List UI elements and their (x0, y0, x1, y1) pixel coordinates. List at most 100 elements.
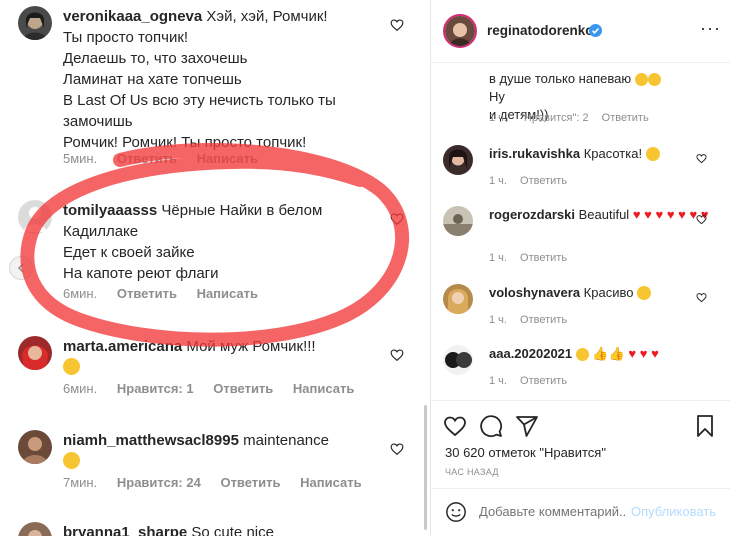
comment-time[interactable]: 1 ч. (489, 375, 507, 387)
comment-line: Ламинат на хате топчешь (63, 71, 242, 88)
comment-time[interactable]: 7мин. (63, 475, 97, 490)
comment-line: В Last Of Us всю эту нечисть только ты (63, 92, 336, 109)
comment-text: rogerozdarski Beautiful ♥ ♥ ♥ ♥ ♥ ♥ ♥ (489, 206, 719, 224)
avatar[interactable] (18, 522, 52, 536)
comment-time[interactable]: 1 ч. (489, 252, 507, 264)
caption-time[interactable]: 1 ч. (489, 112, 507, 124)
comment-username[interactable]: marta.americana (63, 338, 182, 355)
post-header: reginatodorenko ··· (431, 0, 730, 63)
comment-line: На капоте реют флаги (63, 265, 219, 282)
heart-icon[interactable] (390, 18, 404, 32)
heart-icon[interactable] (696, 292, 707, 303)
avatar[interactable] (443, 345, 473, 375)
reply-button[interactable]: Ответить (520, 375, 567, 387)
comment-line: замочишь (63, 113, 133, 130)
comment-body: Beautiful (578, 207, 630, 222)
comment-username[interactable]: veronikaaa_ogneva (63, 8, 202, 25)
avatar[interactable] (443, 284, 473, 314)
comment-body: Красиво (583, 285, 634, 300)
heart-icon[interactable] (390, 442, 404, 456)
heart-icon[interactable] (443, 414, 467, 438)
comment-text: voloshynavera Красиво (489, 284, 689, 302)
caption-likes[interactable]: "Нравится": 2 (520, 112, 589, 124)
reply-button[interactable]: Ответить (117, 151, 177, 166)
likes-count[interactable]: Нравится: 24 (117, 475, 201, 490)
comment-text: marta.americana Мой муж Ромчик!!! (63, 336, 383, 378)
avatar[interactable] (18, 336, 52, 370)
comment-username[interactable]: rogerozdarski (489, 207, 575, 222)
publish-button[interactable]: Опубликовать (631, 504, 716, 519)
comment-text: veronikaaa_ogneva Хэй, хэй, Ромчик! Ты п… (63, 6, 383, 153)
comment-body: Красотка! (583, 146, 643, 161)
avatar[interactable] (18, 430, 52, 464)
emoji (634, 73, 648, 86)
message-button[interactable]: Написать (197, 286, 258, 301)
emoji (575, 348, 589, 361)
reply-button[interactable]: Ответить (220, 475, 280, 490)
heart-icon[interactable] (390, 348, 404, 362)
comment-line: Делаешь то, что захочешь (63, 50, 248, 67)
comment-username[interactable]: iris.rukavishka (489, 146, 580, 161)
comment-meta: 1 ч. Ответить (489, 252, 577, 264)
scrollbar[interactable] (424, 405, 427, 530)
smile-icon[interactable] (445, 501, 467, 523)
bookmark-icon[interactable] (693, 414, 717, 438)
caption-line: Ну (489, 89, 505, 104)
comment-line: maintenance (243, 432, 329, 449)
heart-icon[interactable] (696, 214, 707, 225)
comment-time[interactable]: 1 ч. (489, 314, 507, 326)
comment-line: Кадиллаке (63, 223, 139, 240)
share-icon[interactable] (515, 414, 539, 438)
reply-button[interactable]: Ответить (520, 252, 567, 264)
avatar[interactable] (443, 145, 473, 175)
comment-line: Чёрные Найки в белом (161, 202, 323, 219)
chevron-left-icon[interactable] (9, 256, 33, 280)
comment-input[interactable] (479, 504, 627, 519)
author-username[interactable]: reginatodorenko (487, 23, 594, 38)
reply-button[interactable]: Ответить (117, 286, 177, 301)
post-time[interactable]: ЧАС НАЗАД (445, 467, 499, 477)
comment-meta: 5мин. Ответить Написать (63, 151, 274, 166)
comment-username[interactable]: niamh_matthewsacl8995 (63, 432, 239, 449)
comment-username[interactable]: voloshynavera (489, 285, 580, 300)
caption-line: в душе только напеваю (489, 71, 632, 86)
avatar[interactable] (18, 200, 52, 234)
reply-button[interactable]: Ответить (213, 381, 273, 396)
more-icon[interactable]: ··· (700, 19, 721, 37)
comment-text: aaa.20202021 👍👍 ♥ ♥ ♥ (489, 345, 719, 363)
heart-eyes-emoji (645, 147, 660, 161)
comment-line: Ты просто топчик! (63, 29, 189, 46)
comment-username[interactable]: aaa.20202021 (489, 346, 572, 361)
comment-icon[interactable] (479, 414, 503, 438)
comment-meta: 6мин. Ответить Написать (63, 286, 274, 301)
message-button[interactable]: Написать (197, 151, 258, 166)
heart-eyes-emoji (637, 286, 652, 300)
reply-button[interactable]: Ответить (520, 175, 567, 187)
author-avatar[interactable] (443, 14, 477, 48)
comment-username[interactable]: tomilyaaasss (63, 202, 157, 219)
comment-time[interactable]: 6мин. (63, 381, 97, 396)
comment-line: Хэй, хэй, Ромчик! (206, 8, 328, 25)
comment-time[interactable]: 1 ч. (489, 175, 507, 187)
reply-button[interactable]: Ответить (602, 112, 649, 124)
comment-time[interactable]: 6мин. (63, 286, 97, 301)
avatar[interactable] (443, 206, 473, 236)
comment-line: Мой муж Ромчик!!! (186, 338, 316, 355)
reply-button[interactable]: Ответить (520, 314, 567, 326)
message-button[interactable]: Написать (300, 475, 361, 490)
message-button[interactable]: Написать (293, 381, 354, 396)
comment-username[interactable]: bryanna1_sharpe (63, 524, 187, 536)
comment-time[interactable]: 5мин. (63, 151, 97, 166)
heart-icon[interactable] (390, 212, 404, 226)
avatar[interactable] (18, 6, 52, 40)
comment-meta: 6мин. Нравится: 1 Ответить Написать (63, 381, 370, 396)
comment-text: bryanna1_sharpe So cute nice (63, 522, 383, 536)
verified-icon (589, 24, 602, 37)
heart-icon[interactable] (696, 153, 707, 164)
thumbs-emoji: 👍👍 (592, 346, 625, 361)
likes-count[interactable]: Нравится: 1 (117, 381, 194, 396)
caption-meta: 1 ч. "Нравится": 2 Ответить (489, 112, 659, 124)
add-comment-row: Опубликовать (431, 488, 730, 536)
likes-count[interactable]: 30 620 отметок "Нравится" (445, 445, 606, 460)
comment-text: iris.rukavishka Красотка! (489, 145, 689, 163)
